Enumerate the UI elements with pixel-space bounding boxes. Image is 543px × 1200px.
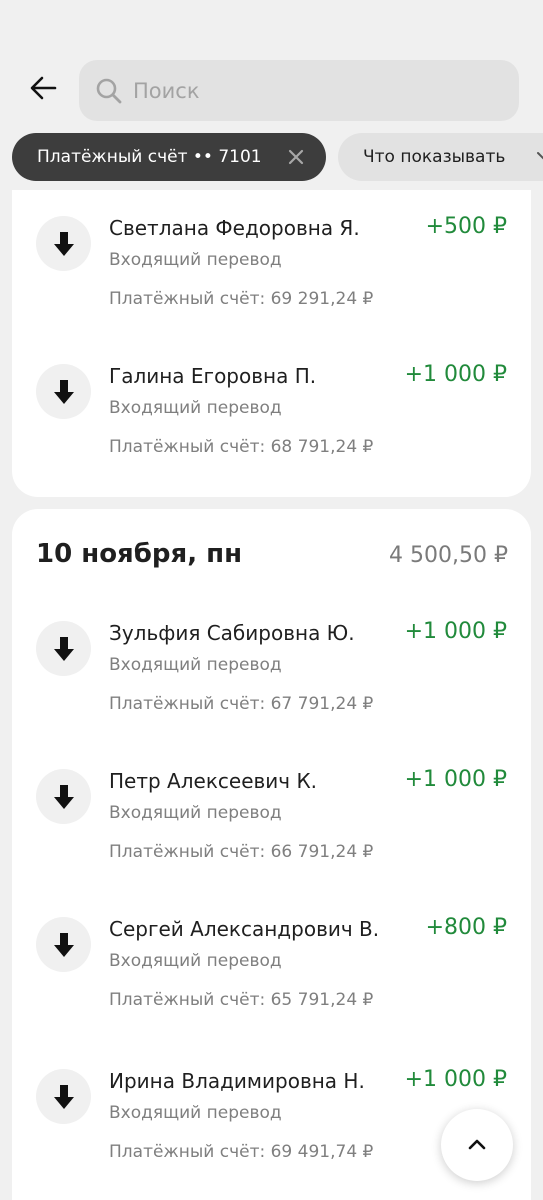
transaction-balance: Платёжный счёт: 68 791,24 ₽ xyxy=(109,437,374,457)
transaction-type: Входящий перевод xyxy=(109,803,282,823)
chevron-up-icon xyxy=(467,1136,487,1155)
transaction-balance: Платёжный счёт: 65 791,24 ₽ xyxy=(109,990,374,1010)
search-icon xyxy=(94,76,124,106)
transaction-type: Входящий перевод xyxy=(109,655,282,675)
transaction-name: Сергей Александрович В. xyxy=(109,917,380,941)
transaction-row[interactable]: Петр Алексеевич К. +1 000 ₽ Входящий пер… xyxy=(12,767,531,889)
transaction-row[interactable]: Зульфия Сабировна Ю. +1 000 ₽ Входящий п… xyxy=(12,619,531,741)
close-icon[interactable] xyxy=(285,146,307,168)
transaction-name: Петр Алексеевич К. xyxy=(109,769,318,793)
what-to-show-label: Что показывать xyxy=(363,147,506,167)
search-input[interactable] xyxy=(133,78,493,103)
incoming-transfer-icon xyxy=(36,1069,91,1124)
transaction-row[interactable]: Галина Егоровна П. +1 000 ₽ Входящий пер… xyxy=(12,362,531,484)
transaction-name: Ирина Владимировна Н. xyxy=(109,1069,365,1093)
day-total: 4 500,50 ₽ xyxy=(389,543,508,568)
transaction-balance: Платёжный счёт: 69 291,24 ₽ xyxy=(109,289,374,309)
incoming-transfer-icon xyxy=(36,769,91,824)
day-header: 10 ноября, пн 4 500,50 ₽ xyxy=(36,539,508,579)
back-button[interactable] xyxy=(26,72,60,108)
filter-chips: Платёжный счёт •• 7101 Что показывать xyxy=(12,133,543,181)
incoming-transfer-icon xyxy=(36,621,91,676)
transaction-type: Входящий перевод xyxy=(109,1103,282,1123)
day-date: 10 ноября, пн xyxy=(36,539,243,569)
incoming-transfer-icon xyxy=(36,364,91,419)
account-filter-label: Платёжный счёт •• 7101 xyxy=(37,147,262,167)
transaction-type: Входящий перевод xyxy=(109,951,282,971)
transaction-name: Галина Егоровна П. xyxy=(109,364,317,388)
transactions-card-previous-day: Светлана Федоровна Я. +500 ₽ Входящий пе… xyxy=(12,170,531,497)
transaction-name: Светлана Федоровна Я. xyxy=(109,216,360,240)
account-filter-chip[interactable]: Платёжный счёт •• 7101 xyxy=(12,133,326,181)
chevron-down-icon xyxy=(535,147,543,165)
transaction-row[interactable]: Сергей Александрович В. +800 ₽ Входящий … xyxy=(12,915,531,1037)
transaction-name: Зульфия Сабировна Ю. xyxy=(109,621,355,645)
transaction-amount: +1 000 ₽ xyxy=(404,362,507,387)
transactions-card-day: 10 ноября, пн 4 500,50 ₽ Зульфия Сабиров… xyxy=(12,509,531,1200)
transaction-balance: Платёжный счёт: 67 791,24 ₽ xyxy=(109,694,374,714)
transaction-amount: +1 000 ₽ xyxy=(404,767,507,792)
transaction-type: Входящий перевод xyxy=(109,250,282,270)
transaction-amount: +1 000 ₽ xyxy=(404,619,507,644)
incoming-transfer-icon xyxy=(36,216,91,271)
incoming-transfer-icon xyxy=(36,917,91,972)
scroll-to-top-button[interactable] xyxy=(441,1109,513,1181)
operations-history-screen: Светлана Федоровна Я. +500 ₽ Входящий пе… xyxy=(0,0,543,1200)
what-to-show-chip[interactable]: Что показывать xyxy=(338,133,543,181)
transaction-row[interactable]: Светлана Федоровна Я. +500 ₽ Входящий пе… xyxy=(12,214,531,336)
transaction-type: Входящий перевод xyxy=(109,398,282,418)
top-bar: Платёжный счёт •• 7101 Что показывать xyxy=(0,0,543,190)
transaction-amount: +500 ₽ xyxy=(425,214,507,239)
arrow-left-icon xyxy=(29,76,57,104)
search-field[interactable] xyxy=(79,60,519,121)
transaction-balance: Платёжный счёт: 66 791,24 ₽ xyxy=(109,842,374,862)
transaction-amount: +1 000 ₽ xyxy=(404,1067,507,1092)
transaction-balance: Платёжный счёт: 69 491,74 ₽ xyxy=(109,1142,374,1162)
transaction-amount: +800 ₽ xyxy=(425,915,507,940)
